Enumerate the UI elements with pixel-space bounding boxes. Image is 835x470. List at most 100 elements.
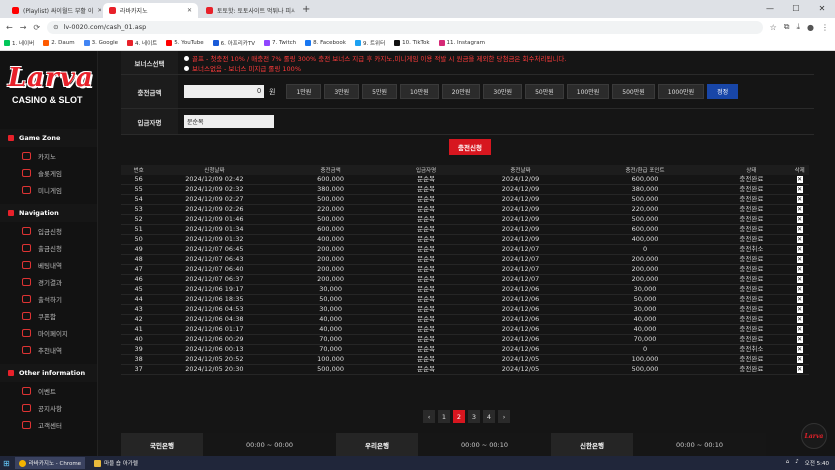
sidebar-item[interactable]: 추천내역 xyxy=(0,341,97,358)
delete-icon[interactable]: ✕ xyxy=(796,276,803,284)
back-icon[interactable]: ← xyxy=(6,23,13,32)
maximize-icon[interactable]: ☐ xyxy=(783,0,809,18)
amount-preset-button[interactable]: 1000만원 xyxy=(657,84,705,99)
bookmark-item[interactable]: 1. 네이버 xyxy=(4,39,34,47)
sidebar-item[interactable]: 이벤트 xyxy=(0,382,97,399)
radio-icon[interactable] xyxy=(184,65,189,71)
amount-preset-button[interactable]: 3만원 xyxy=(324,84,360,99)
bookmark-item[interactable]: 11. Instagram xyxy=(438,40,485,46)
delete-icon[interactable]: ✕ xyxy=(796,316,803,324)
floating-logo-button[interactable]: Larva xyxy=(801,423,827,449)
column-header: 상태 xyxy=(712,165,791,175)
menu-icon[interactable]: ⋮ xyxy=(821,23,829,32)
delete-icon[interactable]: ✕ xyxy=(796,206,803,214)
depositor-name-input[interactable] xyxy=(184,115,274,128)
sidebar-item[interactable]: 카지노 xyxy=(0,147,97,164)
sidebar-item[interactable]: 고객센터 xyxy=(0,416,97,433)
sidebar-item[interactable]: 베팅내역 xyxy=(0,256,97,273)
delete-icon[interactable]: ✕ xyxy=(796,266,803,274)
bookmark-item[interactable]: 8. Facebook xyxy=(305,40,346,46)
sidebar-item[interactable]: 마이페이지 xyxy=(0,324,97,341)
delete-icon[interactable]: ✕ xyxy=(796,236,803,244)
browser-tab[interactable]: 토토핫: 토토사이트 먹튀나 피시 ✕ xyxy=(200,3,295,18)
delete-icon[interactable]: ✕ xyxy=(796,176,803,184)
amount-input[interactable] xyxy=(184,85,264,98)
page-number-button[interactable]: 2 xyxy=(453,410,465,423)
delete-icon[interactable]: ✕ xyxy=(796,356,803,364)
delete-icon[interactable]: ✕ xyxy=(796,216,803,224)
submit-charge-button[interactable]: 충전신청 xyxy=(449,139,491,155)
taskbar-item-chrome[interactable]: 라바카지노 - Chrome xyxy=(14,457,86,469)
amount-preset-button[interactable]: 30만원 xyxy=(483,84,523,99)
sidebar-item[interactable]: 출금신청 xyxy=(0,239,97,256)
amount-preset-button[interactable]: 10만원 xyxy=(400,84,439,99)
delete-icon[interactable]: ✕ xyxy=(796,346,803,354)
close-window-icon[interactable]: ✕ xyxy=(809,0,835,18)
sidebar-section-navigation: Navigation xyxy=(0,204,97,222)
delete-icon[interactable]: ✕ xyxy=(796,306,803,314)
bookmark-item[interactable]: 3. Google xyxy=(83,40,118,46)
sidebar-item[interactable]: 미니게임 xyxy=(0,181,97,198)
bookmark-item[interactable]: 2. Daum xyxy=(43,40,75,46)
prev-page-button[interactable]: ‹ xyxy=(423,410,435,423)
sidebar-item[interactable]: 쿠폰함 xyxy=(0,307,97,324)
sidebar-item[interactable]: 입금신청 xyxy=(0,222,97,239)
bookmark-item[interactable]: 9. 트위터 xyxy=(354,39,385,47)
reload-icon[interactable]: ⟳ xyxy=(33,23,40,32)
volume-icon[interactable]: ♪ xyxy=(795,459,799,467)
new-tab-icon[interactable]: + xyxy=(297,3,315,18)
site-info-icon[interactable]: ⊙ xyxy=(53,23,58,31)
sidebar-item[interactable]: 출석하기 xyxy=(0,290,97,307)
bonus-option-first-charge[interactable]: 골프 - 첫충전 10% / 매충전 7% 롤링 300% 충전 보너스 지급 … xyxy=(184,53,566,63)
close-icon[interactable]: ✕ xyxy=(187,7,192,14)
delete-icon[interactable]: ✕ xyxy=(796,226,803,234)
clock[interactable]: 오전 5:40 xyxy=(805,459,829,467)
delete-icon[interactable]: ✕ xyxy=(796,186,803,194)
amount-preset-button[interactable]: 500만원 xyxy=(612,84,655,99)
profile-icon[interactable]: ● xyxy=(807,23,814,32)
amount-preset-button[interactable]: 5만원 xyxy=(362,84,398,99)
extensions-icon[interactable]: ⧉ xyxy=(784,22,790,32)
download-icon[interactable]: ⤓ xyxy=(796,22,800,32)
amount-preset-button[interactable]: 100만원 xyxy=(566,84,610,99)
amount-preset-button[interactable]: 50만원 xyxy=(525,84,564,99)
delete-icon[interactable]: ✕ xyxy=(796,246,803,254)
amount-preset-button[interactable]: 20만원 xyxy=(441,84,481,99)
radio-icon[interactable] xyxy=(184,55,189,61)
site-logo[interactable]: Larva CASINO & SLOT xyxy=(8,63,94,127)
bookmark-item[interactable]: 7. Twitch xyxy=(263,40,296,46)
forward-icon[interactable]: → xyxy=(20,23,27,32)
browser-tab-active[interactable]: 라바카지노 ✕ xyxy=(103,3,198,18)
page-number-button[interactable]: 1 xyxy=(438,410,450,423)
bookmark-item[interactable]: 5. YouTube xyxy=(166,40,204,46)
minimize-icon[interactable]: — xyxy=(757,0,783,18)
taskbar-item-folder[interactable]: 마을 숍 아가렐 xyxy=(90,457,142,469)
sidebar-item[interactable]: 슬롯게임 xyxy=(0,164,97,181)
bookmark-item[interactable]: 10. TikTok xyxy=(394,40,430,46)
page-number-button[interactable]: 4 xyxy=(483,410,495,423)
bookmark-item[interactable]: 4. 네이트 xyxy=(127,39,157,47)
sidebar-item[interactable]: 공지사항 xyxy=(0,399,97,416)
network-icon[interactable]: ⌂ xyxy=(786,459,790,467)
delete-icon[interactable]: ✕ xyxy=(796,196,803,204)
next-page-button[interactable]: › xyxy=(498,410,510,423)
page-number-button[interactable]: 3 xyxy=(468,410,480,423)
browser-tab[interactable]: (Playlist) 싸이월드 부활 이 ✕ xyxy=(6,3,101,18)
start-icon[interactable]: ⊞ xyxy=(3,459,10,468)
sidebar-item[interactable]: 경기결과 xyxy=(0,273,97,290)
delete-icon[interactable]: ✕ xyxy=(796,336,803,344)
amount-preset-button[interactable]: 1만원 xyxy=(286,84,322,99)
delete-icon[interactable]: ✕ xyxy=(796,256,803,264)
url-field[interactable]: ⊙ lv-0020.com/cash_01.asp xyxy=(47,20,763,34)
bookmark-label: 1. 네이버 xyxy=(12,41,35,47)
close-icon[interactable]: ✕ xyxy=(97,7,101,14)
bookmark-item[interactable]: 6. 아프리카TV xyxy=(212,39,255,47)
delete-icon[interactable]: ✕ xyxy=(796,286,803,294)
delete-icon[interactable]: ✕ xyxy=(796,326,803,334)
delete-icon[interactable]: ✕ xyxy=(796,296,803,304)
reset-amount-button[interactable]: 정정 xyxy=(707,84,739,99)
delete-icon[interactable]: ✕ xyxy=(796,366,803,374)
bookmark-star-icon[interactable]: ☆ xyxy=(770,23,777,32)
bonus-option-none[interactable]: 보너스없음 - 보너스 미지급 롤링 100% xyxy=(184,63,566,73)
table-cell: 54 xyxy=(121,194,157,206)
